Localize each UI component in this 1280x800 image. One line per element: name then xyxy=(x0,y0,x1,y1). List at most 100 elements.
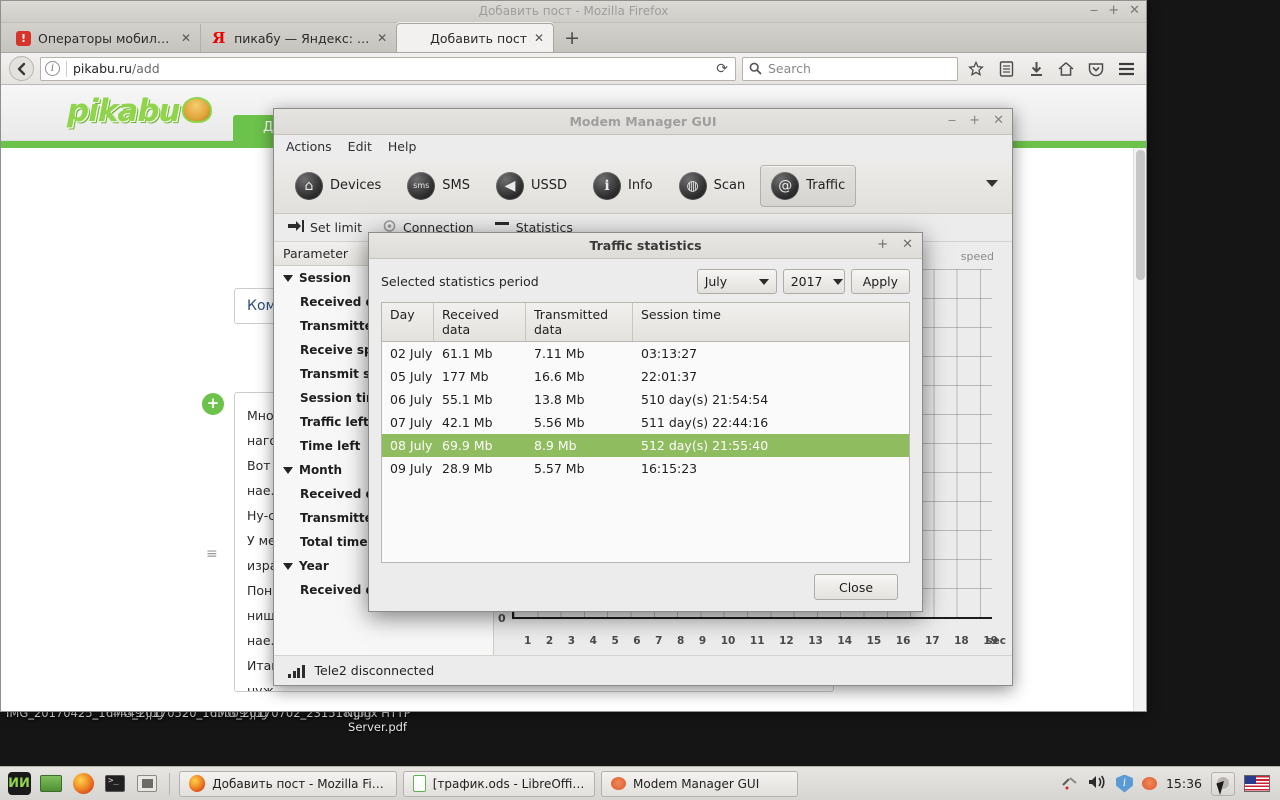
reload-icon[interactable]: ⟳ xyxy=(716,61,731,77)
cell-transmitted: 5.57 Mb xyxy=(534,461,585,476)
column-header-day[interactable]: Day xyxy=(382,303,434,341)
cell-day: 05 July xyxy=(390,369,433,384)
table-row[interactable]: 06 July 55.1 Mb 13.8 Mb 510 day(s) 21:54… xyxy=(382,388,909,411)
apply-button[interactable]: Apply xyxy=(850,269,910,294)
modem-tray-icon[interactable] xyxy=(1141,777,1157,790)
terminal-launcher[interactable]: >_ xyxy=(102,771,128,797)
browser-tab-2[interactable]: Я пикабу — Яндекс: нашл... ✕ xyxy=(200,24,396,52)
cell-session-time: 511 day(s) 22:44:16 xyxy=(641,415,769,430)
url-bar[interactable]: i pikabu.ru/add ⟳ xyxy=(40,56,736,81)
toolbar-traffic-button[interactable]: @ Traffic xyxy=(760,164,857,207)
terminal-icon: >_ xyxy=(105,775,125,792)
dialog-footer: Close xyxy=(381,563,910,611)
toolbar-scan-button[interactable]: ◍ Scan xyxy=(668,165,757,207)
hamburger-menu-icon[interactable] xyxy=(1114,57,1138,81)
traffic-statistics-dialog: Traffic statistics + ✕ Selected statisti… xyxy=(368,232,923,612)
new-tab-button[interactable]: + xyxy=(554,27,590,52)
x-tick: 13 xyxy=(808,635,823,647)
opera-icon: ! xyxy=(16,30,31,46)
menu-actions[interactable]: Actions xyxy=(286,139,332,154)
toolbar-devices-button[interactable]: ⌂ Devices xyxy=(284,165,392,207)
drag-handle-icon[interactable]: ≡ xyxy=(206,546,219,562)
volume-icon[interactable] xyxy=(1088,774,1107,794)
mmgui-menubar: Actions Edit Help xyxy=(274,135,1012,158)
month-select[interactable]: July xyxy=(696,269,777,294)
dialog-titlebar: Traffic statistics + ✕ xyxy=(369,233,922,259)
network-icon[interactable] xyxy=(1061,774,1079,794)
column-header-session-time[interactable]: Session time xyxy=(633,303,909,341)
table-row[interactable]: 09 July 28.9 Mb 5.57 Mb 16:15:23 xyxy=(382,457,909,480)
set-limit-button[interactable]: Set limit xyxy=(288,220,362,235)
search-input[interactable]: Search xyxy=(742,56,958,81)
cell-received: 42.1 Mb xyxy=(442,415,493,430)
maximize-icon[interactable]: + xyxy=(877,237,888,252)
chevron-down-icon xyxy=(832,278,843,285)
tab-close-icon[interactable]: ✕ xyxy=(181,31,191,45)
cell-day: 09 July xyxy=(390,461,433,476)
show-desktop-launcher[interactable] xyxy=(134,771,160,797)
dialog-window-controls: + ✕ xyxy=(877,237,913,252)
files-launcher[interactable] xyxy=(38,771,64,797)
toolbar-label: Scan xyxy=(713,178,746,193)
toolbar-info-button[interactable]: i Info xyxy=(582,165,664,207)
close-button[interactable]: Close xyxy=(814,574,898,600)
minimize-icon[interactable]: ‒ xyxy=(1090,3,1098,19)
x-tick: 18 xyxy=(954,635,969,647)
pikabu-logo[interactable]: pikabu xyxy=(67,93,181,129)
minimize-icon[interactable]: ‒ xyxy=(948,113,956,128)
table-row[interactable]: 02 July 61.1 Mb 7.11 Mb 03:13:27 xyxy=(382,342,909,365)
triangle-down-icon xyxy=(283,274,293,282)
site-info-icon[interactable]: i xyxy=(45,61,60,76)
x-tick: 14 xyxy=(837,635,853,647)
mint-logo-icon: ⵍⵍ xyxy=(7,772,31,795)
menu-help[interactable]: Help xyxy=(388,139,417,154)
table-row-selected[interactable]: 08 July 69.9 Mb 8.9 Mb 512 day(s) 21:55:… xyxy=(382,434,909,457)
column-header-received[interactable]: Received data xyxy=(434,303,526,341)
close-icon[interactable]: ✕ xyxy=(993,113,1004,128)
close-icon[interactable]: ✕ xyxy=(902,237,913,252)
library-icon[interactable] xyxy=(994,57,1018,81)
table-row[interactable]: 05 July 177 Mb 16.6 Mb 22:01:37 xyxy=(382,365,909,388)
cell-received: 55.1 Mb xyxy=(442,392,493,407)
update-shield-icon[interactable]: i xyxy=(1115,774,1133,793)
scrollbar-thumb[interactable] xyxy=(1136,150,1145,280)
maximize-icon[interactable]: + xyxy=(969,113,980,128)
taskbar-window-label: [трафик.ods - LibreOffice Ca... xyxy=(432,776,585,791)
menu-edit[interactable]: Edit xyxy=(348,139,372,154)
toolbar-label: Info xyxy=(628,178,653,193)
x-tick: 11 xyxy=(749,635,765,647)
page-scrollbar[interactable] xyxy=(1133,148,1146,711)
maximize-icon[interactable]: + xyxy=(1108,3,1119,19)
column-header-transmitted[interactable]: Transmitted data xyxy=(526,303,633,341)
tab-close-icon[interactable]: ✕ xyxy=(534,31,544,45)
taskbar-window-modem-manager[interactable]: Modem Manager GUI xyxy=(601,770,798,797)
chevron-down-icon[interactable] xyxy=(986,180,998,187)
taskbar-window-libreoffice[interactable]: [трафик.ods - LibreOffice Ca... xyxy=(403,770,595,797)
cell-transmitted: 8.9 Mb xyxy=(534,438,577,453)
keyboard-layout-flag-icon[interactable] xyxy=(1244,775,1270,792)
status-text: Tele2 disconnected xyxy=(314,663,435,678)
add-block-button[interactable]: + xyxy=(202,393,224,415)
back-button[interactable] xyxy=(9,56,34,81)
firefox-launcher[interactable] xyxy=(70,771,96,797)
bookmark-star-icon[interactable] xyxy=(964,57,988,81)
graph-y-tick: 0 xyxy=(498,612,506,625)
tab-close-icon[interactable]: ✕ xyxy=(377,31,387,45)
browser-tab-1[interactable]: ! Операторы мобильной ... ✕ xyxy=(5,24,200,52)
toolbar-ussd-button[interactable]: ◀ USSD xyxy=(485,165,578,207)
close-icon[interactable]: ✕ xyxy=(1129,3,1140,19)
browser-tab-3[interactable]: Добавить пост ✕ xyxy=(396,23,555,52)
triangle-down-icon xyxy=(283,466,293,474)
mmgui-window-title: Modem Manager GUI xyxy=(569,114,717,129)
download-icon[interactable] xyxy=(1024,57,1048,81)
table-row[interactable]: 07 July 42.1 Mb 5.56 Mb 511 day(s) 22:44… xyxy=(382,411,909,434)
pocket-icon[interactable] xyxy=(1084,57,1108,81)
menu-button[interactable]: ⵍⵍ xyxy=(6,771,32,797)
clock[interactable]: 15:36 xyxy=(1166,776,1202,791)
toolbar-sms-button[interactable]: sms SMS xyxy=(396,165,481,207)
year-select[interactable]: 2017 xyxy=(782,269,845,294)
url-host: pikabu.ru xyxy=(73,61,132,76)
taskbar-window-firefox[interactable]: Добавить пост - Mozilla Fire... xyxy=(179,770,397,797)
home-icon[interactable] xyxy=(1054,57,1078,81)
set-limit-label: Set limit xyxy=(310,220,362,235)
